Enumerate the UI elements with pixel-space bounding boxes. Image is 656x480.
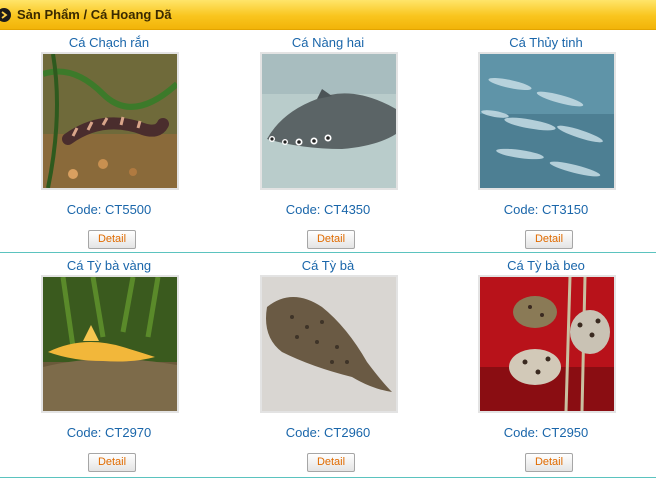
product-code: Code: CT4350 xyxy=(285,202,371,217)
detail-button[interactable]: Detail xyxy=(88,230,136,249)
product-card: Cá Nàng hai Code: CT4350 Detail xyxy=(219,30,437,252)
product-photo[interactable] xyxy=(260,52,398,190)
product-card: Cá Tỳ bà vàng Code: CT2970 Detail xyxy=(0,253,218,475)
product-photo[interactable] xyxy=(41,52,179,190)
product-card: Cá Thủy tinh Code: CT3150 Detail xyxy=(437,30,655,252)
detail-button[interactable]: Detail xyxy=(88,453,136,472)
product-row: Cá Chạch rắn Code: CT5500 Detail Cá Nàng… xyxy=(0,30,656,253)
product-code: Code: CT2970 xyxy=(66,425,152,440)
detail-button[interactable]: Detail xyxy=(307,230,355,249)
detail-button[interactable]: Detail xyxy=(525,453,573,472)
product-grid: Cá Chạch rắn Code: CT5500 Detail Cá Nàng… xyxy=(0,30,656,478)
product-row: Cá Tỳ bà vàng Code: CT2970 Detail Cá Tỳ … xyxy=(0,253,656,478)
product-name[interactable]: Cá Chạch rắn xyxy=(0,35,218,50)
product-photo[interactable] xyxy=(41,275,179,413)
product-photo[interactable] xyxy=(478,275,616,413)
product-photo[interactable] xyxy=(478,52,616,190)
product-name[interactable]: Cá Tỳ bà beo xyxy=(437,258,655,273)
product-code: Code: CT3150 xyxy=(503,202,589,217)
product-name[interactable]: Cá Tỳ bà vàng xyxy=(0,258,218,273)
detail-button[interactable]: Detail xyxy=(307,453,355,472)
product-name[interactable]: Cá Thủy tinh xyxy=(437,35,655,50)
category-header: Sản Phẩm / Cá Hoang Dã xyxy=(0,0,656,30)
product-card: Cá Tỳ bà beo Code: CT2950 Detail xyxy=(437,253,655,475)
product-card: Cá Tỳ bà Code: CT2960 Detail xyxy=(219,253,437,475)
detail-button[interactable]: Detail xyxy=(525,230,573,249)
breadcrumb: Sản Phẩm / Cá Hoang Dã xyxy=(17,7,172,22)
chevron-right-icon xyxy=(0,7,11,22)
product-name[interactable]: Cá Tỳ bà xyxy=(219,258,437,273)
product-name[interactable]: Cá Nàng hai xyxy=(219,35,437,50)
product-code: Code: CT2960 xyxy=(285,425,371,440)
product-code: Code: CT2950 xyxy=(503,425,589,440)
product-code: Code: CT5500 xyxy=(66,202,152,217)
product-card: Cá Chạch rắn Code: CT5500 Detail xyxy=(0,30,218,252)
product-photo[interactable] xyxy=(260,275,398,413)
